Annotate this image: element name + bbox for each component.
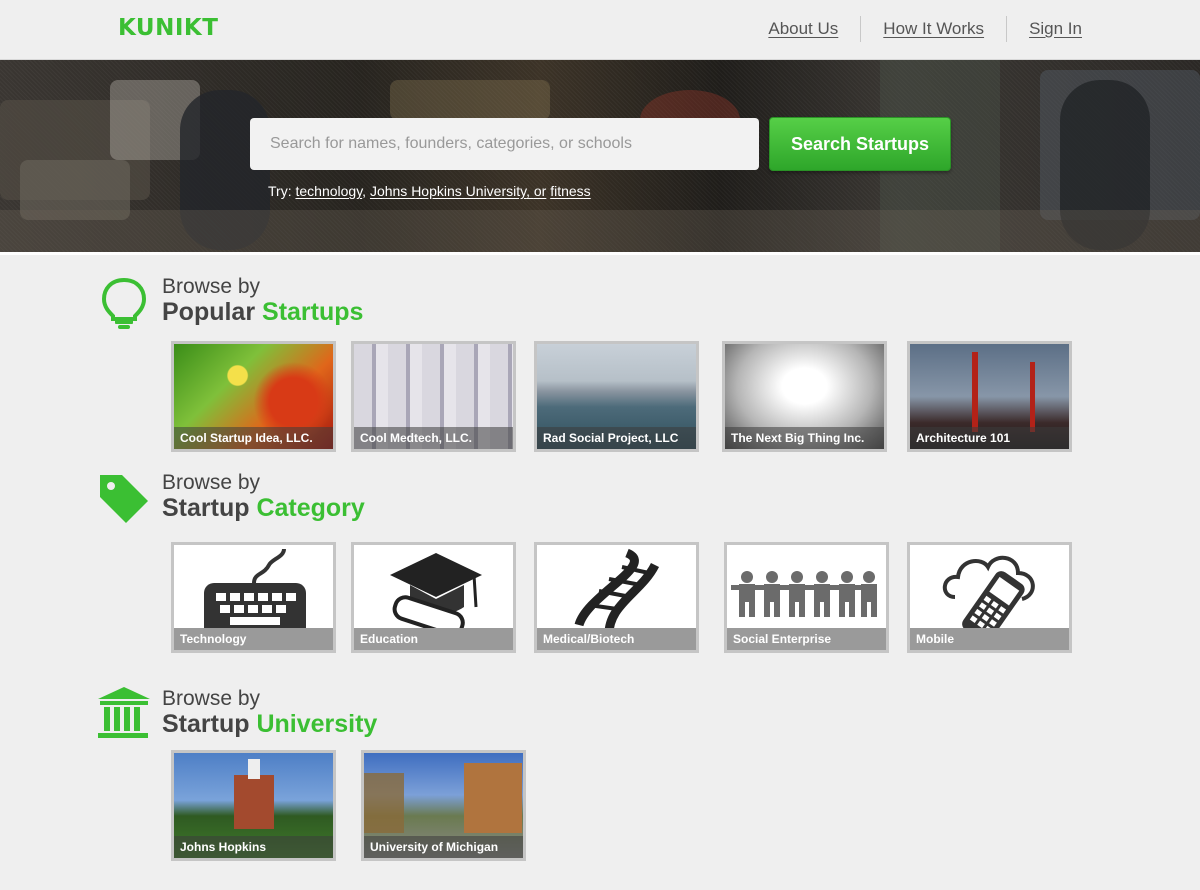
startup-caption: Architecture 101	[910, 427, 1069, 449]
browse-by-label: Browse by	[162, 275, 261, 298]
category-caption: Technology	[174, 628, 333, 650]
category-caption: Medical/Biotech	[537, 628, 696, 650]
startup-tile[interactable]: Rad Social Project, LLC	[534, 341, 699, 452]
university-caption: University of Michigan	[364, 836, 523, 858]
university-caption: Johns Hopkins	[174, 836, 333, 858]
startup-caption: Cool Startup Idea, LLC.	[174, 427, 333, 449]
category-caption: Mobile	[910, 628, 1069, 650]
suggestion-fitness-link[interactable]: fitness	[550, 183, 590, 199]
category-caption: Social Enterprise	[727, 628, 886, 650]
section-popular-startups: Browse by Popular Startups	[96, 275, 496, 335]
category-tile-medical-biotech[interactable]: Medical/Biotech	[534, 542, 699, 653]
startup-tile[interactable]: Cool Startup Idea, LLC.	[171, 341, 336, 452]
university-building-icon	[98, 687, 150, 738]
try-label: Try:	[268, 183, 292, 199]
section-startup-university: Browse by Startup University	[96, 687, 496, 747]
suggestion-jhu-link[interactable]: Johns Hopkins University, or	[370, 183, 546, 199]
category-tile-mobile[interactable]: Mobile	[907, 542, 1072, 653]
nav-sign-in-link[interactable]: Sign In	[1007, 19, 1082, 39]
category-tile-technology[interactable]: Technology	[171, 542, 336, 653]
hero-banner: Search Startups Try: technology, Johns H…	[0, 60, 1200, 252]
nav-how-it-works-link[interactable]: How It Works	[861, 19, 1006, 39]
browse-by-label: Browse by	[162, 687, 261, 710]
university-tile-michigan[interactable]: University of Michigan	[361, 750, 526, 861]
site-logo[interactable]: KUNIKT	[118, 15, 218, 41]
tag-icon	[100, 475, 148, 523]
startup-caption: Rad Social Project, LLC	[537, 427, 696, 449]
university-tile-johns-hopkins[interactable]: Johns Hopkins	[171, 750, 336, 861]
section-title: Startup University	[162, 710, 378, 738]
search-suggestions: Try: technology, Johns Hopkins Universit…	[268, 183, 591, 199]
category-caption: Education	[354, 628, 513, 650]
category-tile-social-enterprise[interactable]: Social Enterprise	[724, 542, 889, 653]
startup-caption: Cool Medtech, LLC.	[354, 427, 513, 449]
section-startup-category: Browse by Startup Category	[96, 471, 496, 531]
site-header: KUNIKT About Us How It Works Sign In	[0, 0, 1200, 60]
top-nav: About Us How It Works Sign In	[746, 0, 1082, 58]
hero-photo-shape	[0, 210, 1200, 252]
startup-tile[interactable]: The Next Big Thing Inc.	[722, 341, 887, 452]
browse-by-label: Browse by	[162, 471, 261, 494]
category-tile-education[interactable]: Education	[351, 542, 516, 653]
nav-about-link[interactable]: About Us	[746, 19, 860, 39]
search-input[interactable]	[250, 118, 759, 170]
search-startups-button[interactable]: Search Startups	[769, 117, 951, 171]
hero-photo-shape	[390, 80, 550, 120]
section-title: Popular Startups	[162, 298, 364, 326]
startup-tile[interactable]: Cool Medtech, LLC.	[351, 341, 516, 452]
startup-caption: The Next Big Thing Inc.	[725, 427, 884, 449]
section-title: Startup Category	[162, 494, 365, 522]
lightbulb-icon	[101, 277, 147, 329]
suggestion-technology-link[interactable]: technology	[295, 183, 362, 199]
hero-divider	[0, 252, 1200, 255]
startup-tile[interactable]: Architecture 101	[907, 341, 1072, 452]
